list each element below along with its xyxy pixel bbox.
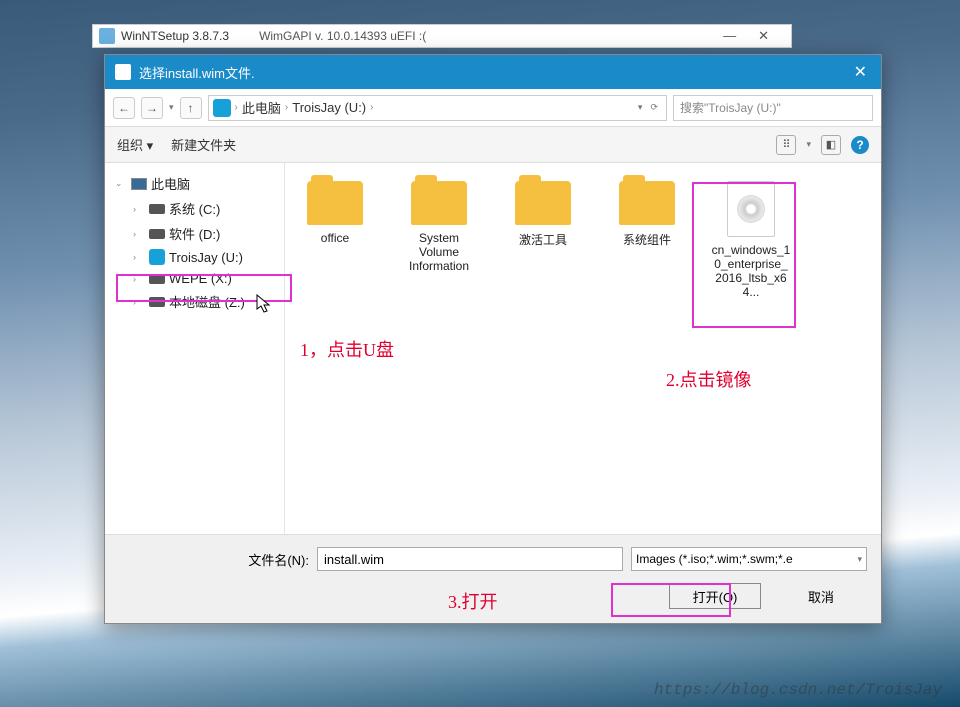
drive-icon [149, 204, 165, 214]
tree-item-drive-z[interactable]: › 本地磁盘 (Z:) [109, 289, 280, 314]
tree-item-this-pc[interactable]: ⌄ 此电脑 [109, 171, 280, 196]
parent-window-titlebar: WinNTSetup 3.8.7.3 WimGAPI v. 10.0.14393… [92, 24, 792, 48]
tree-label: 本地磁盘 (Z:) [169, 292, 245, 311]
breadcrumb-root[interactable]: 此电脑 [242, 98, 281, 117]
chevron-down-icon: ▾ [857, 554, 862, 565]
filetype-filter-select[interactable]: Images (*.iso;*.wim;*.swm;*.e ▾ [631, 547, 867, 571]
pc-icon [131, 178, 147, 190]
parent-minimize-button[interactable]: — [723, 28, 736, 44]
file-item-folder[interactable]: office [295, 181, 375, 245]
nav-refresh-button[interactable]: ⟳ [650, 102, 658, 113]
tree-label: 此电脑 [151, 174, 190, 193]
nav-up-button[interactable]: ↑ [180, 97, 202, 119]
dialog-body: ⌄ 此电脑 › 系统 (C:) › 软件 (D:) › TroisJay (U:… [105, 163, 881, 534]
breadcrumb-dropdown-icon[interactable]: ▾ [638, 102, 643, 113]
filename-label: 文件名(N): [119, 550, 309, 569]
file-item-folder[interactable]: 系统组件 [607, 181, 687, 248]
drive-icon [149, 297, 165, 307]
breadcrumb-drive-icon [213, 99, 231, 117]
expand-icon[interactable]: › [133, 204, 145, 214]
filter-text: Images (*.iso;*.wim;*.swm;*.e [636, 552, 793, 566]
tree-item-drive-d[interactable]: › 软件 (D:) [109, 221, 280, 246]
parent-close-button[interactable]: ✕ [758, 28, 769, 44]
dialog-titlebar: 选择install.wim文件. ✕ [105, 55, 881, 89]
tree-item-drive-c[interactable]: › 系统 (C:) [109, 196, 280, 221]
dialog-bottom-panel: 文件名(N): Images (*.iso;*.wim;*.swm;*.e ▾ … [105, 534, 881, 623]
tree-label: 软件 (D:) [169, 224, 220, 243]
breadcrumb-sep-icon: › [370, 102, 373, 113]
cancel-button[interactable]: 取消 [775, 583, 867, 609]
file-list-pane[interactable]: office System Volume Information 激活工具 系统… [285, 163, 881, 534]
tree-item-drive-u[interactable]: › TroisJay (U:) [109, 246, 280, 268]
file-open-dialog: 选择install.wim文件. ✕ ← → ▾ ↑ › 此电脑 › Trois… [104, 54, 882, 624]
navigation-row: ← → ▾ ↑ › 此电脑 › TroisJay (U:) › ▾ ⟳ 搜索"T… [105, 89, 881, 127]
breadcrumb-bar[interactable]: › 此电脑 › TroisJay (U:) › ▾ ⟳ [208, 95, 667, 121]
view-icons-button[interactable]: ⠿ [776, 135, 796, 155]
file-name: 激活工具 [519, 231, 567, 248]
view-dropdown-icon[interactable]: ▾ [806, 139, 811, 150]
expand-icon[interactable]: › [133, 229, 145, 239]
file-item-iso[interactable]: cn_windows_10_enterprise_2016_ltsb_x64..… [711, 181, 791, 299]
file-name: cn_windows_10_enterprise_2016_ltsb_x64..… [711, 243, 791, 299]
file-item-folder[interactable]: System Volume Information [399, 181, 479, 273]
dialog-title: 选择install.wim文件. [139, 63, 255, 82]
folder-tree: ⌄ 此电脑 › 系统 (C:) › 软件 (D:) › TroisJay (U:… [105, 163, 285, 534]
tree-label: WEPE (X:) [169, 271, 232, 286]
filename-input[interactable] [317, 547, 623, 571]
expand-icon[interactable]: › [133, 274, 145, 284]
folder-icon [307, 181, 363, 225]
iso-disc-icon [727, 181, 775, 237]
file-item-folder[interactable]: 激活工具 [503, 181, 583, 248]
toolbar-organize-button[interactable]: 组织 ▾ [117, 135, 153, 154]
nav-forward-button[interactable]: → [141, 97, 163, 119]
open-button[interactable]: 打开(O) [669, 583, 761, 609]
breadcrumb-sep-icon: › [235, 102, 238, 113]
preview-pane-button[interactable]: ◧ [821, 135, 841, 155]
nav-back-button[interactable]: ← [113, 97, 135, 119]
drive-icon [149, 229, 165, 239]
file-name: 系统组件 [623, 231, 671, 248]
drive-icon [149, 274, 165, 284]
parent-window-title: WinNTSetup 3.8.7.3 [121, 29, 229, 43]
expand-icon[interactable]: ⌄ [115, 178, 127, 189]
nav-history-dropdown[interactable]: ▾ [169, 102, 174, 113]
tree-label: 系统 (C:) [169, 199, 220, 218]
file-name: System Volume Information [399, 231, 479, 273]
folder-icon [619, 181, 675, 225]
tree-item-drive-x[interactable]: › WEPE (X:) [109, 268, 280, 289]
file-name: office [321, 231, 349, 245]
search-input[interactable]: 搜索"TroisJay (U:)" [673, 95, 873, 121]
usb-drive-icon [149, 249, 165, 265]
watermark-text: https://blog.csdn.net/TroisJay [654, 681, 942, 699]
expand-icon[interactable]: › [133, 252, 145, 262]
parent-window-subtitle: WimGAPI v. 10.0.14393 uEFI :( [259, 29, 426, 43]
breadcrumb-current[interactable]: TroisJay (U:) [292, 100, 366, 115]
toolbar: 组织 ▾ 新建文件夹 ⠿ ▾ ◧ ? [105, 127, 881, 163]
dialog-icon [115, 64, 131, 80]
dialog-close-button[interactable]: ✕ [850, 62, 871, 82]
toolbar-newfolder-button[interactable]: 新建文件夹 [171, 135, 236, 154]
help-button[interactable]: ? [851, 136, 869, 154]
parent-app-icon [99, 28, 115, 44]
folder-icon [411, 181, 467, 225]
expand-icon[interactable]: › [133, 297, 145, 307]
search-placeholder: 搜索"TroisJay (U:)" [680, 99, 781, 116]
folder-icon [515, 181, 571, 225]
tree-label: TroisJay (U:) [169, 250, 243, 265]
breadcrumb-sep-icon: › [285, 102, 288, 113]
